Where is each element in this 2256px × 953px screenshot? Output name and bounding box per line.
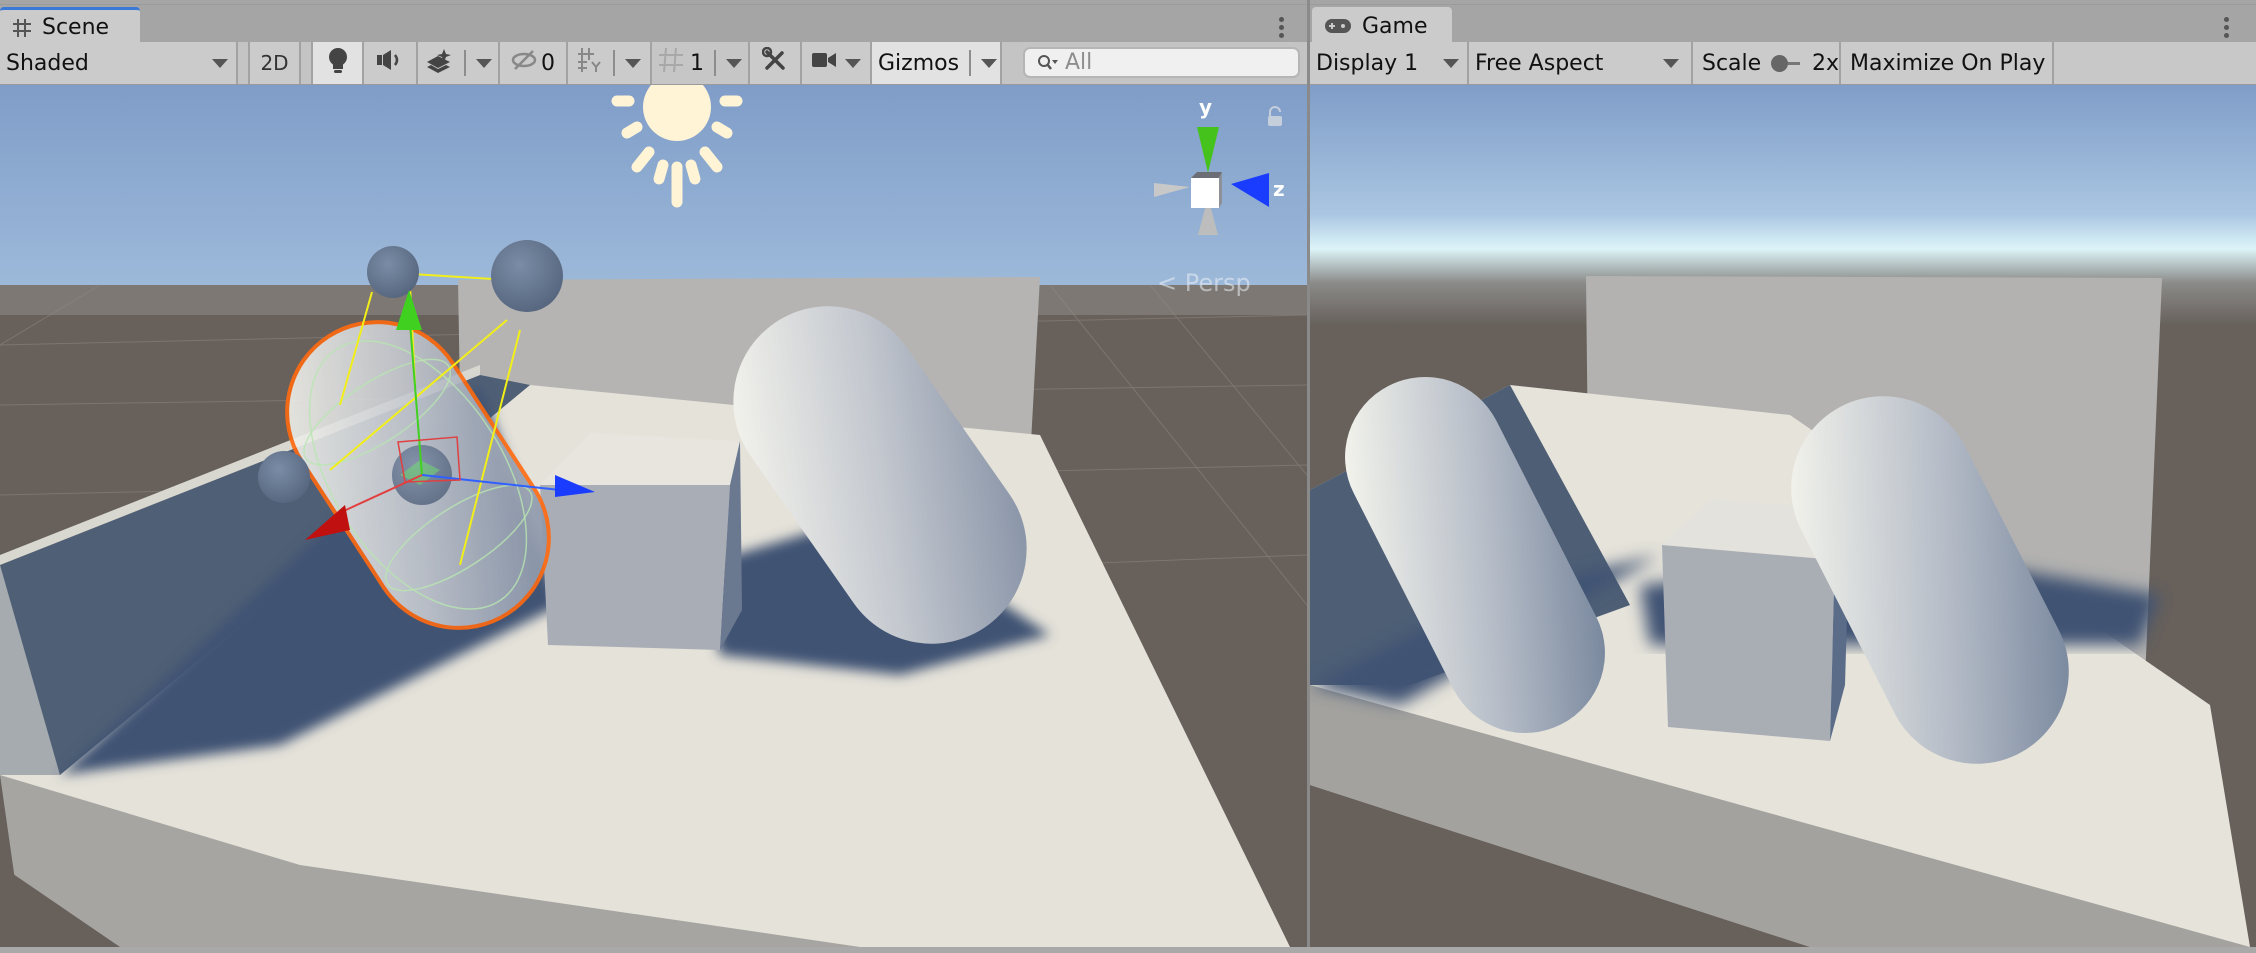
wrench-pencil-icon bbox=[761, 46, 788, 79]
grid-dropdown-caret[interactable] bbox=[726, 58, 742, 68]
game-toolbar: Display 1 Free Aspect Scale 2x Maximize … bbox=[1310, 42, 2256, 85]
scale-value: 2x bbox=[1811, 50, 1839, 76]
game-viewport[interactable] bbox=[1310, 85, 2256, 947]
grid-icon bbox=[658, 47, 684, 79]
grid-snap-dropdown-caret[interactable] bbox=[625, 58, 641, 68]
gizmo-z-label: z bbox=[1273, 177, 1285, 201]
maximize-on-play-toggle[interactable]: Maximize On Play bbox=[1841, 42, 2054, 84]
toolbar-separator bbox=[301, 42, 313, 84]
scene-toolbar: Shaded 2D 0 1 Gizmos All bbox=[0, 42, 1307, 85]
game-panel: Game Display 1 Free Aspect Scale 2x Maxi… bbox=[1310, 0, 2256, 947]
eye-slash-icon bbox=[511, 49, 537, 77]
chevron-down-icon bbox=[1443, 58, 1459, 68]
tab-scene-label: Scene bbox=[42, 15, 110, 40]
probe-sphere bbox=[367, 246, 419, 298]
search-icon bbox=[1037, 54, 1059, 72]
bottom-status-strip bbox=[0, 947, 2256, 953]
grid-visibility-toggle[interactable]: 1 bbox=[652, 42, 750, 84]
lightbulb-icon bbox=[327, 47, 349, 79]
audio-toggle[interactable] bbox=[364, 42, 418, 84]
toolbar-divider bbox=[613, 50, 615, 76]
gamepad-icon bbox=[1324, 17, 1352, 35]
game-tab-bar: Game bbox=[1310, 4, 2256, 45]
chevron-down-icon bbox=[1663, 58, 1679, 68]
scene-search-field[interactable] bbox=[1023, 47, 1300, 78]
scene-panel: Scene Shaded 2D 0 1 Gizmos All y z < Per… bbox=[0, 0, 1307, 947]
hidden-objects-count: 0 bbox=[541, 50, 555, 76]
display-value: Display 1 bbox=[1316, 50, 1419, 76]
camera-dropdown-caret bbox=[845, 58, 861, 68]
gizmos-label: Gizmos bbox=[878, 50, 960, 76]
grid-snapping-toggle[interactable] bbox=[568, 42, 652, 84]
gizmos-dropdown-caret[interactable] bbox=[981, 58, 998, 68]
effects-dropdown-caret[interactable] bbox=[476, 58, 492, 68]
gizmo-y-label: y bbox=[1199, 95, 1213, 119]
grid-hash-icon bbox=[12, 18, 32, 38]
scale-label: Scale bbox=[1702, 50, 1762, 76]
lock-icon[interactable] bbox=[1268, 116, 1282, 126]
toggle-2d-button[interactable]: 2D bbox=[250, 42, 301, 84]
toggle-2d-label: 2D bbox=[260, 51, 289, 75]
display-dropdown[interactable]: Display 1 bbox=[1310, 42, 1469, 84]
game-render bbox=[1310, 85, 2256, 947]
probe-sphere bbox=[491, 240, 563, 312]
camera-icon bbox=[811, 50, 837, 76]
effects-toggle[interactable] bbox=[418, 42, 500, 84]
projection-toggle[interactable]: < Persp bbox=[1157, 269, 1251, 297]
grid-value: 1 bbox=[690, 50, 704, 76]
toolbar-divider bbox=[714, 50, 716, 76]
draw-mode-dropdown[interactable]: Shaded bbox=[0, 42, 238, 84]
tab-game[interactable]: Game bbox=[1312, 7, 1452, 45]
scene-viewport[interactable]: y z < Persp bbox=[0, 85, 1307, 947]
chevron-down-icon bbox=[212, 58, 228, 68]
speaker-icon bbox=[375, 48, 405, 78]
maximize-on-play-label: Maximize On Play bbox=[1850, 50, 2046, 76]
gizmo-center-cube[interactable] bbox=[1191, 178, 1219, 208]
component-tools-toggle[interactable] bbox=[750, 42, 802, 84]
aspect-value: Free Aspect bbox=[1475, 50, 1604, 76]
draw-mode-value: Shaded bbox=[6, 50, 89, 76]
effects-layers-icon bbox=[424, 47, 454, 79]
aspect-dropdown[interactable]: Free Aspect bbox=[1469, 42, 1693, 84]
toolbar-divider bbox=[969, 50, 972, 76]
tab-game-label: Game bbox=[1362, 13, 1428, 39]
scene-tab-bar: Scene bbox=[0, 4, 1307, 45]
scene-more-options-icon[interactable] bbox=[1279, 17, 1285, 38]
toolbar-separator bbox=[238, 42, 250, 84]
scene-lighting-toggle[interactable] bbox=[313, 42, 364, 84]
toolbar-divider bbox=[464, 50, 466, 76]
scale-slider-thumb[interactable] bbox=[1771, 55, 1789, 72]
hidden-objects-toggle[interactable]: 0 bbox=[500, 42, 568, 84]
grid-snap-icon bbox=[577, 47, 603, 79]
scale-control: Scale 2x bbox=[1693, 42, 1841, 84]
scale-slider[interactable] bbox=[1771, 53, 1800, 73]
tab-scene[interactable]: Scene bbox=[0, 7, 140, 45]
game-more-options-icon[interactable] bbox=[2224, 17, 2230, 38]
scene-search-input[interactable] bbox=[1063, 49, 1267, 76]
probe-sphere bbox=[258, 451, 310, 503]
scene-render bbox=[0, 85, 1307, 947]
gizmos-toggle[interactable]: Gizmos bbox=[872, 42, 1002, 84]
camera-settings-dropdown[interactable] bbox=[802, 42, 872, 84]
